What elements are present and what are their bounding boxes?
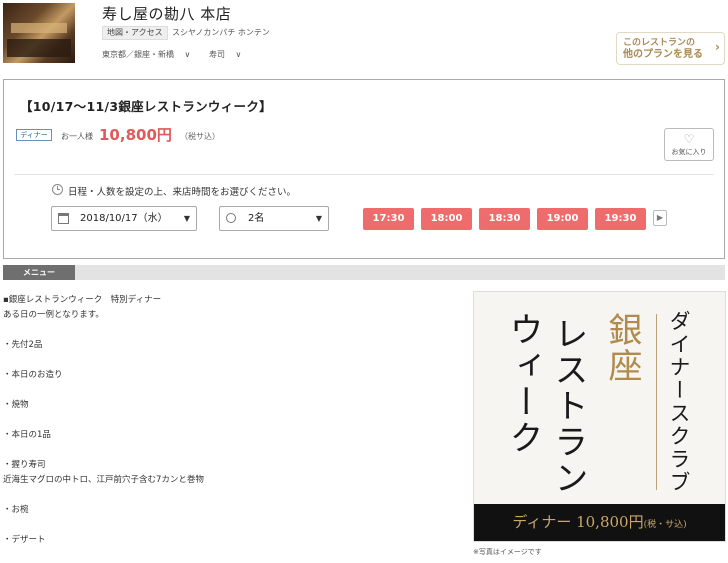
caret-down-icon: ▼ — [315, 214, 322, 223]
promo-subtitle: ダイナースクラブ — [667, 310, 691, 494]
menu-line — [3, 413, 204, 428]
menu-line: 近海生マグロの中トロ、江戸前穴子含む7カンと巻物 — [3, 475, 204, 485]
menu-line: ・本日の1品 — [3, 430, 51, 440]
menu-line — [3, 443, 204, 458]
promo-restaurant: レストラン — [548, 316, 588, 496]
menu-line: ・お椀 — [3, 505, 29, 515]
plan-price: 10,800円 — [99, 126, 172, 144]
map-access-link[interactable]: 地図・アクセス — [102, 26, 168, 40]
menu-line: ・デザート — [3, 535, 46, 545]
area-link[interactable]: 東京都／銀座・新橋 ∨ — [102, 50, 198, 59]
restaurant-kana: スシヤノカンパチ ホンテン — [172, 28, 270, 37]
restaurant-thumbnail[interactable] — [3, 3, 75, 63]
heart-icon: ♡ — [683, 132, 695, 146]
menu-tab: メニュー — [3, 265, 75, 280]
menu-line: ▪銀座レストランウィーク 特別ディナー — [3, 295, 162, 305]
clock-icon — [52, 184, 63, 195]
chevron-right-icon: › — [715, 40, 720, 54]
menu-line: ・握り寿司 — [3, 460, 46, 470]
chevron-down-icon: ∨ — [235, 50, 242, 59]
menu-section-bar: メニュー — [3, 265, 725, 280]
promo-footer: ディナー 10,800円(税・サ込) — [474, 504, 725, 541]
promo-divider — [656, 314, 657, 490]
time-slot-button[interactable]: 19:30 — [595, 208, 646, 230]
time-slot-button[interactable]: 17:30 — [363, 208, 414, 230]
caret-down-icon: ▼ — [183, 214, 190, 223]
other-plans-line1: このレストランの — [623, 38, 696, 48]
plan-card: 【10/17〜11/3銀座レストランウィーク】 ディナー お一人様 10,800… — [3, 79, 725, 259]
photo-caption: ※写真はイメージです — [473, 548, 542, 556]
reservation-instruction: 日程・人数を設定の上、来店時間をお選びください。 — [68, 187, 297, 198]
dinner-badge: ディナー — [16, 129, 52, 141]
promo-image: ダイナースクラブ 銀座 レストラン ウィーク ディナー 10,800円(税・サ込… — [473, 291, 726, 542]
next-times-button[interactable]: ▶ — [653, 210, 667, 226]
area-genre-row: 東京都／銀座・新橋 ∨ 寿司 ∨ — [102, 49, 257, 60]
promo-week: ウィーク — [503, 312, 543, 456]
time-slot-button[interactable]: 19:00 — [537, 208, 588, 230]
date-value: 2018/10/17（水） — [80, 213, 168, 224]
menu-line — [3, 353, 204, 368]
menu-line: ・本日のお造り — [3, 370, 63, 380]
genre-link[interactable]: 寿司 ∨ — [209, 50, 249, 59]
menu-line — [3, 488, 204, 503]
calendar-icon — [58, 213, 69, 224]
divider — [14, 174, 714, 175]
restaurant-name[interactable]: 寿し屋の勘八 本店 — [102, 3, 231, 24]
menu-line: ・焼物 — [3, 400, 29, 410]
play-right-icon: ▶ — [656, 213, 664, 222]
chevron-down-icon: ∨ — [184, 50, 191, 59]
party-size-select[interactable]: 2名 ▼ — [219, 206, 329, 231]
menu-line — [3, 323, 204, 338]
promo-tax: (税・サ込) — [643, 520, 687, 530]
menu-line: ・先付2品 — [3, 340, 43, 350]
time-slot-button[interactable]: 18:00 — [421, 208, 472, 230]
promo-ginza: 銀座 — [602, 312, 642, 384]
per-person-label: お一人様 — [61, 132, 93, 141]
menu-line: ある日の一例となります。 — [3, 310, 104, 320]
promo-price: ディナー 10,800円 — [512, 513, 644, 531]
area-label: 東京都／銀座・新橋 — [102, 50, 174, 59]
menu-line — [3, 383, 204, 398]
plan-title: 【10/17〜11/3銀座レストランウィーク】 — [20, 99, 272, 114]
person-icon — [226, 213, 236, 223]
date-select[interactable]: 2018/10/17（水） ▼ — [51, 206, 197, 231]
promo-artwork: ダイナースクラブ 銀座 レストラン ウィーク — [474, 292, 725, 506]
favorite-label: お気に入り — [671, 148, 707, 156]
other-plans-line2: 他のプランを見る — [623, 49, 703, 60]
other-plans-button[interactable]: このレストランの 他のプランを見る › — [616, 32, 725, 65]
time-slot-button[interactable]: 18:30 — [479, 208, 530, 230]
menu-line — [3, 518, 204, 533]
genre-label: 寿司 — [208, 50, 225, 59]
menu-description: ▪銀座レストランウィーク 特別ディナー ある日の一例となります。 ・先付2品・本日の… — [3, 293, 204, 548]
party-size-value: 2名 — [248, 213, 265, 224]
tax-note: （税サ込） — [180, 132, 220, 141]
restaurant-header: 寿し屋の勘八 本店 地図・アクセス スシヤノカンパチ ホンテン 東京都／銀座・新… — [0, 0, 728, 70]
favorite-button[interactable]: ♡ お気に入り — [664, 128, 714, 161]
